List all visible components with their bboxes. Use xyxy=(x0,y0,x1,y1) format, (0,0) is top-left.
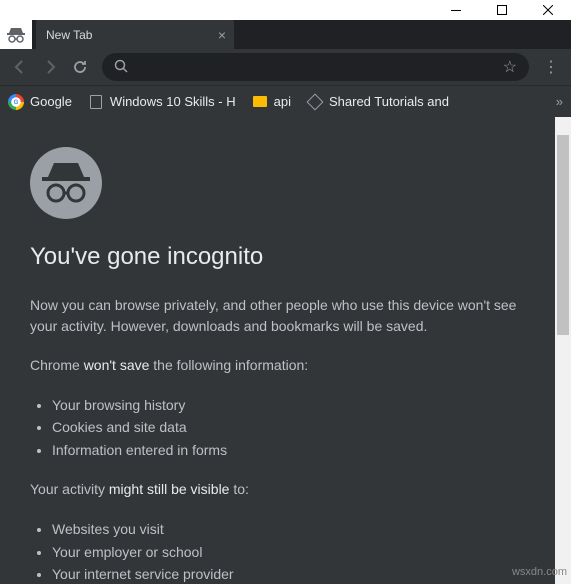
bookmark-label: Shared Tutorials and xyxy=(329,94,449,109)
close-window-button[interactable] xyxy=(525,0,571,20)
bookmark-api[interactable]: api xyxy=(252,94,291,110)
close-tab-icon[interactable]: × xyxy=(218,27,226,43)
window-titlebar xyxy=(0,0,571,20)
content-viewport: You've gone incognito Now you can browse… xyxy=(0,117,571,584)
incognito-indicator-icon xyxy=(0,20,32,49)
page-icon xyxy=(88,94,104,110)
bookmark-shared-tutorials[interactable]: Shared Tutorials and xyxy=(307,94,449,110)
list-item: Cookies and site data xyxy=(52,416,525,438)
url-input[interactable] xyxy=(136,59,503,75)
address-bar[interactable]: ☆ xyxy=(102,53,529,81)
minimize-button[interactable] xyxy=(433,0,479,20)
page-heading: You've gone incognito xyxy=(30,243,525,271)
bookmark-label: api xyxy=(274,94,291,109)
list-item: Information entered in forms xyxy=(52,439,525,461)
folder-icon xyxy=(252,94,268,110)
bookmarks-bar: Google Windows 10 Skills - H api Shared … xyxy=(0,85,571,117)
tab-strip: New Tab × xyxy=(0,20,571,49)
maximize-button[interactable] xyxy=(479,0,525,20)
intro-text: Now you can browse privately, and other … xyxy=(30,295,525,337)
bookmark-label: Windows 10 Skills - H xyxy=(110,94,236,109)
diamond-icon xyxy=(307,94,323,110)
watermark: wsxdn.com xyxy=(512,566,567,578)
reload-button[interactable] xyxy=(66,53,94,81)
bookmark-star-icon[interactable]: ☆ xyxy=(503,57,517,77)
search-icon xyxy=(114,59,128,76)
google-icon xyxy=(8,94,24,110)
wont-save-text: Chrome won't save the following informat… xyxy=(30,355,525,376)
visible-list: Websites you visit Your employer or scho… xyxy=(30,518,525,584)
visible-text: Your activity might still be visible to: xyxy=(30,479,525,500)
scrollbar-thumb[interactable] xyxy=(557,135,569,335)
forward-button[interactable] xyxy=(36,53,64,81)
bookmark-label: Google xyxy=(30,94,72,109)
toolbar: ☆ ⋮ xyxy=(0,49,571,85)
bookmark-windows10[interactable]: Windows 10 Skills - H xyxy=(88,94,236,110)
browser-tab[interactable]: New Tab × xyxy=(36,20,234,49)
tab-title: New Tab xyxy=(46,28,92,42)
list-item: Your browsing history xyxy=(52,394,525,416)
list-item: Your internet service provider xyxy=(52,563,525,584)
incognito-page: You've gone incognito Now you can browse… xyxy=(0,117,555,584)
list-item: Your employer or school xyxy=(52,541,525,563)
incognito-icon xyxy=(30,147,102,219)
bookmarks-overflow-button[interactable]: » xyxy=(556,94,563,109)
wont-save-list: Your browsing history Cookies and site d… xyxy=(30,394,525,461)
vertical-scrollbar[interactable] xyxy=(555,117,571,584)
bookmark-google[interactable]: Google xyxy=(8,94,72,110)
menu-button[interactable]: ⋮ xyxy=(537,57,565,77)
list-item: Websites you visit xyxy=(52,518,525,540)
back-button[interactable] xyxy=(6,53,34,81)
